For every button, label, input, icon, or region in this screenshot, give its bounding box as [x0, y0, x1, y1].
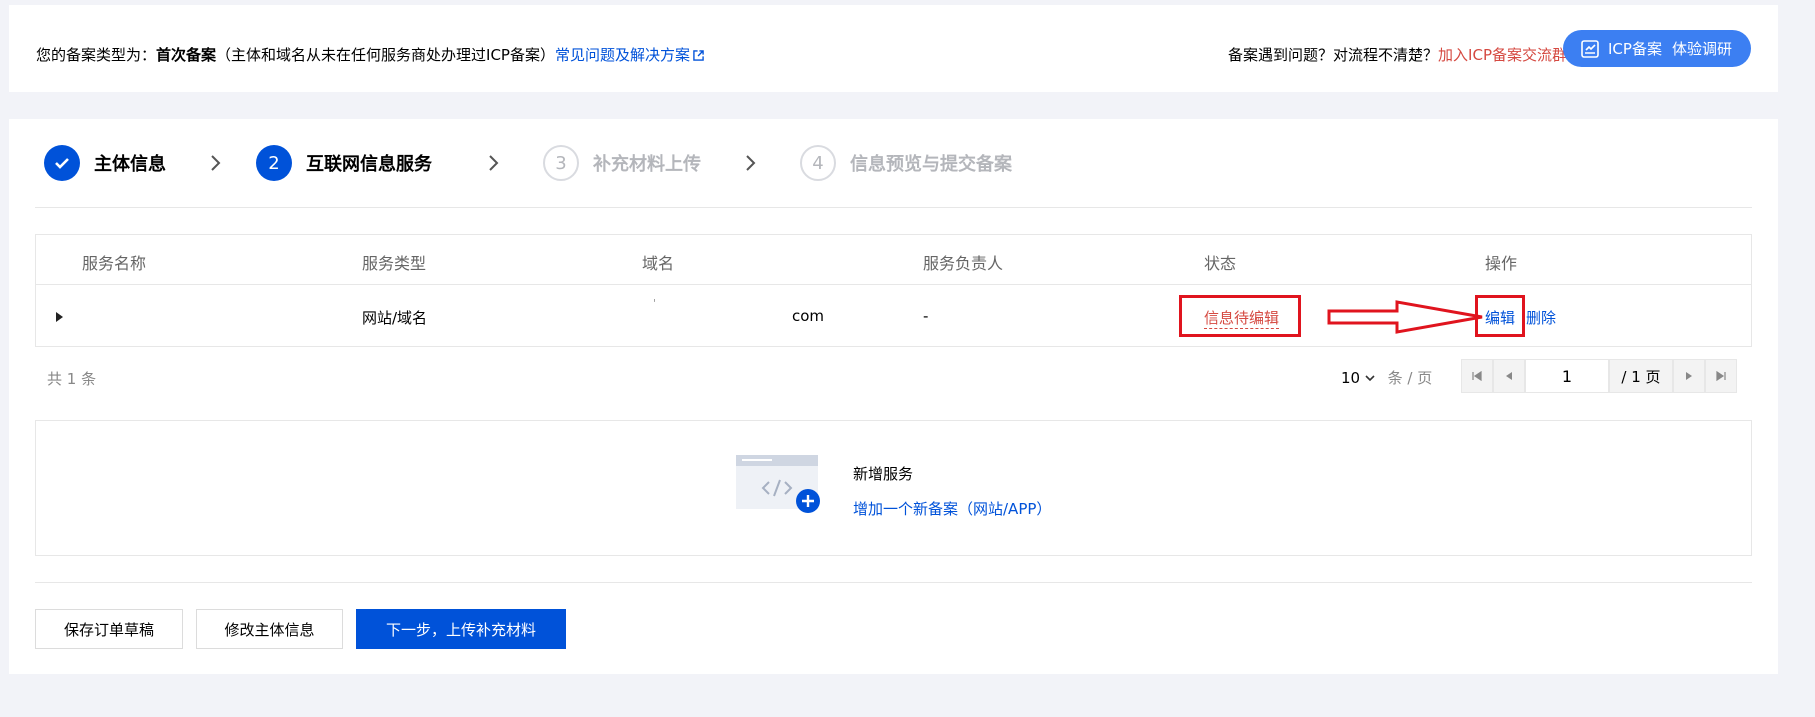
add-service-title: 新增服务: [853, 465, 914, 483]
step-number: 4: [800, 145, 836, 181]
chevron-down-icon: [1365, 375, 1375, 382]
help-info: 备案遇到问题？对流程不清楚？加入ICP备案交流群: [1228, 44, 1567, 65]
faq-link[interactable]: 常见问题及解决方案: [555, 46, 704, 64]
last-page-icon[interactable]: [1705, 359, 1737, 393]
faq-link-label: 常见问题及解决方案: [554, 46, 690, 64]
add-code-icon: [736, 455, 820, 513]
record-type-info: 您的备案类型为：首次备案（主体和域名从未在任何服务商处办理过ICP备案）常见问题…: [36, 44, 704, 65]
cell-domain-mark: ': [653, 297, 657, 310]
modify-subject-button[interactable]: 修改主体信息: [196, 609, 343, 649]
next-page-icon[interactable]: [1673, 359, 1705, 393]
record-type-value: 首次备案: [156, 46, 217, 64]
step-label: 信息预览与提交备案: [850, 154, 1012, 175]
chevron-right-icon: [489, 155, 499, 171]
step-subject-info: 主体信息: [44, 145, 166, 181]
divider: [35, 207, 1752, 208]
page-input[interactable]: 1: [1525, 359, 1609, 393]
step-label: 互联网信息服务: [306, 154, 432, 175]
record-type-desc: （主体和域名从未在任何服务商处办理过ICP备案）: [216, 46, 555, 64]
col-owner: 服务负责人: [923, 254, 1004, 273]
save-draft-button[interactable]: 保存订单草稿: [35, 609, 183, 649]
cell-domain: com: [792, 307, 825, 325]
service-card: 主体信息 2 互联网信息服务 3 补充材料上传 4 信息预览与提交备案 服务名称…: [9, 119, 1778, 674]
icp-label: ICP备案: [1608, 40, 1662, 58]
chart-icon: [1581, 39, 1599, 58]
chevron-right-icon: [746, 155, 756, 171]
add-new-record-link[interactable]: 增加一个新备案（网站/APP）: [853, 498, 1051, 519]
first-page-icon[interactable]: [1461, 359, 1493, 393]
page-size-value: 10: [1341, 369, 1361, 387]
delete-link[interactable]: 删除: [1526, 307, 1556, 328]
external-link-icon: [693, 50, 704, 61]
page-size-select[interactable]: 10 条 / 页: [1341, 367, 1432, 388]
total-count: 共 1 条: [47, 370, 97, 388]
step-number: 2: [256, 145, 292, 181]
step-internet-service: 2 互联网信息服务: [256, 145, 432, 181]
table-header: 服务名称 服务类型 域名 服务负责人 状态 操作: [36, 235, 1751, 285]
divider: [35, 582, 1752, 583]
step-supplement-upload: 3 补充材料上传: [543, 145, 701, 181]
survey-label: 体验调研: [1671, 40, 1732, 58]
next-step-button[interactable]: 下一步，上传补充材料: [356, 609, 566, 649]
chevron-right-icon: [211, 155, 221, 171]
col-actions: 操作: [1485, 254, 1518, 273]
step-label: 补充材料上传: [593, 154, 701, 175]
edit-highlight-box: [1475, 295, 1525, 337]
status-highlight-box: [1179, 295, 1301, 337]
check-icon: [44, 145, 80, 181]
icp-survey-button[interactable]: ICP备案 体验调研: [1563, 30, 1751, 67]
record-type-banner: 您的备案类型为：首次备案（主体和域名从未在任何服务商处办理过ICP备案）常见问题…: [9, 5, 1778, 92]
col-status: 状态: [1204, 254, 1237, 273]
total-pages: / 1 页: [1609, 359, 1673, 393]
step-number: 3: [543, 145, 579, 181]
help-prefix: 备案遇到问题？对流程不清楚？: [1228, 46, 1439, 64]
col-domain: 域名: [642, 254, 675, 273]
join-group-link[interactable]: 加入ICP备案交流群: [1438, 46, 1567, 64]
prev-page-icon[interactable]: [1493, 359, 1525, 393]
cell-service-type: 网站/域名: [362, 309, 428, 327]
step-indicator: 主体信息 2 互联网信息服务 3 补充材料上传 4 信息预览与提交备案: [35, 145, 1735, 185]
step-preview-submit: 4 信息预览与提交备案: [800, 145, 1012, 181]
expand-row-icon[interactable]: [56, 312, 63, 322]
col-service-type: 服务类型: [362, 254, 427, 273]
add-service-panel[interactable]: 新增服务 增加一个新备案（网站/APP）: [35, 420, 1752, 556]
annotation-arrow-icon: [1327, 300, 1483, 334]
record-type-prefix: 您的备案类型为：: [36, 46, 157, 64]
col-service-name: 服务名称: [82, 254, 147, 273]
page-size-unit: 条 / 页: [1387, 369, 1433, 387]
step-label: 主体信息: [94, 154, 166, 175]
cell-owner: -: [923, 307, 929, 325]
